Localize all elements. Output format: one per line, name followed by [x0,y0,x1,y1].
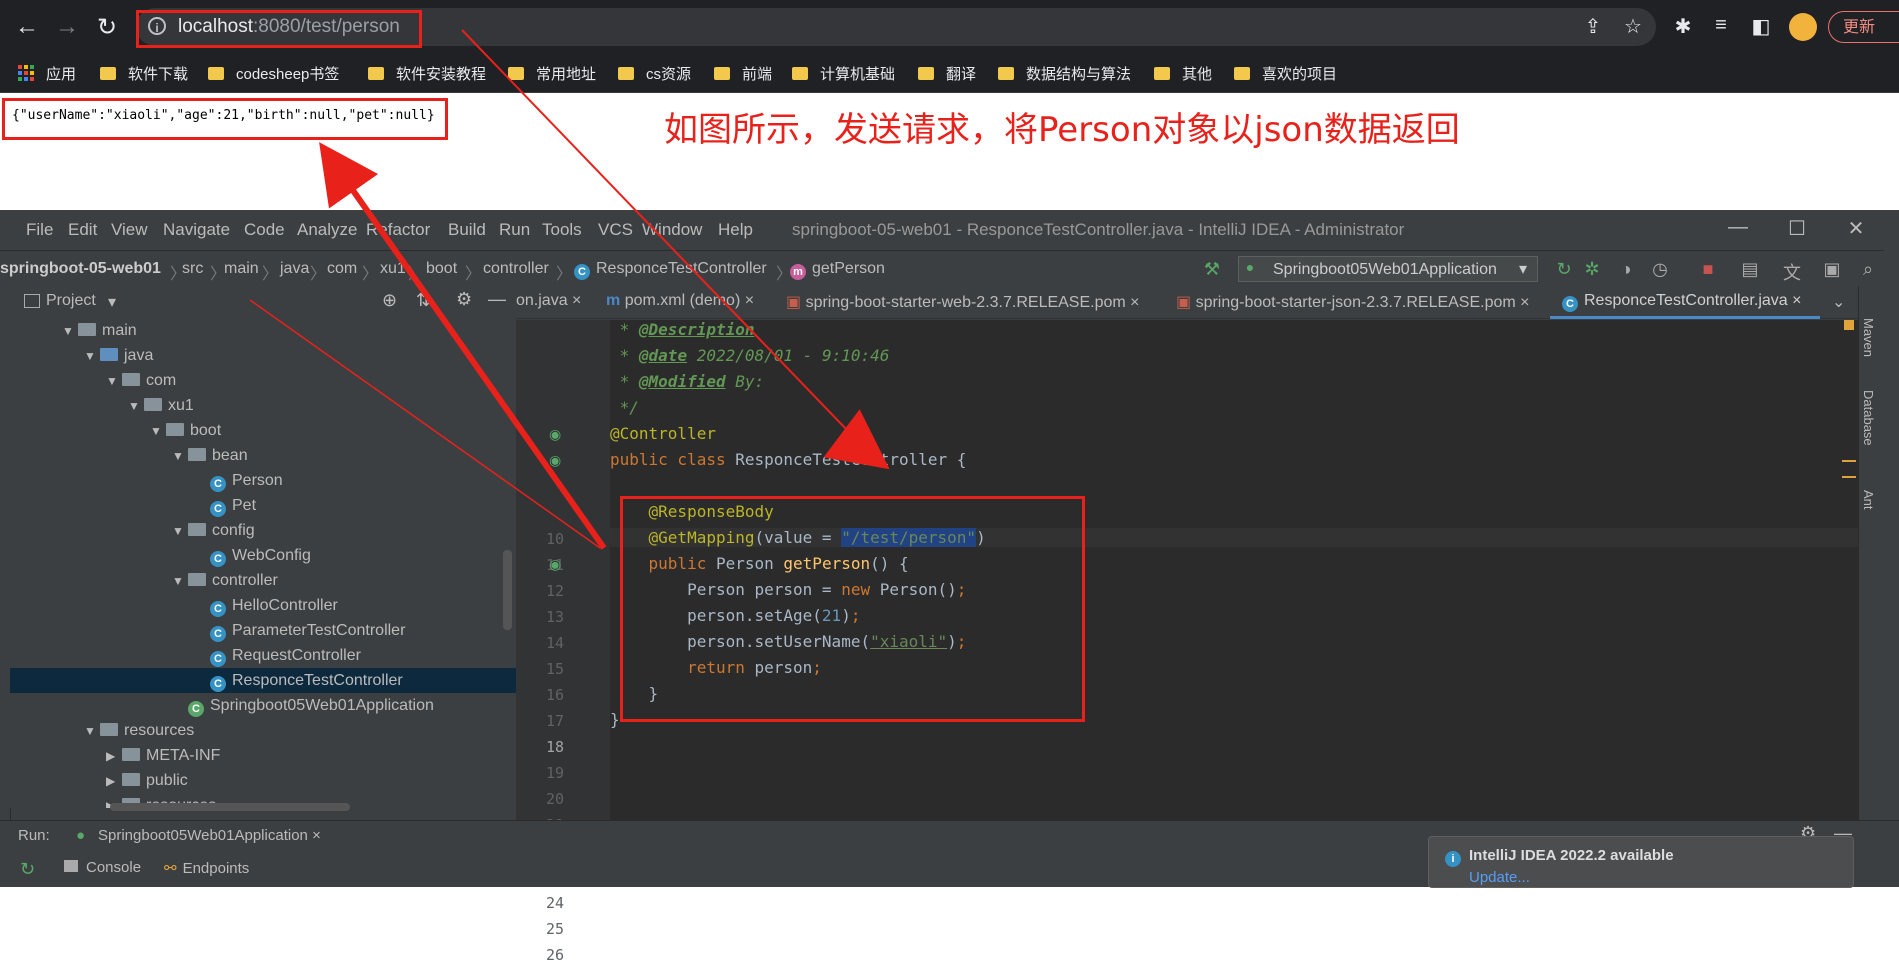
line-number: 25 [545,920,564,938]
line-number: 24 [545,894,564,912]
arrow-head [823,409,890,470]
line-number: 26 [545,946,564,964]
arrow-url-to-code [461,29,873,457]
arrow-thin-line [249,299,601,549]
arrow-code-to-json [319,142,607,550]
annotation-arrows [249,29,890,550]
